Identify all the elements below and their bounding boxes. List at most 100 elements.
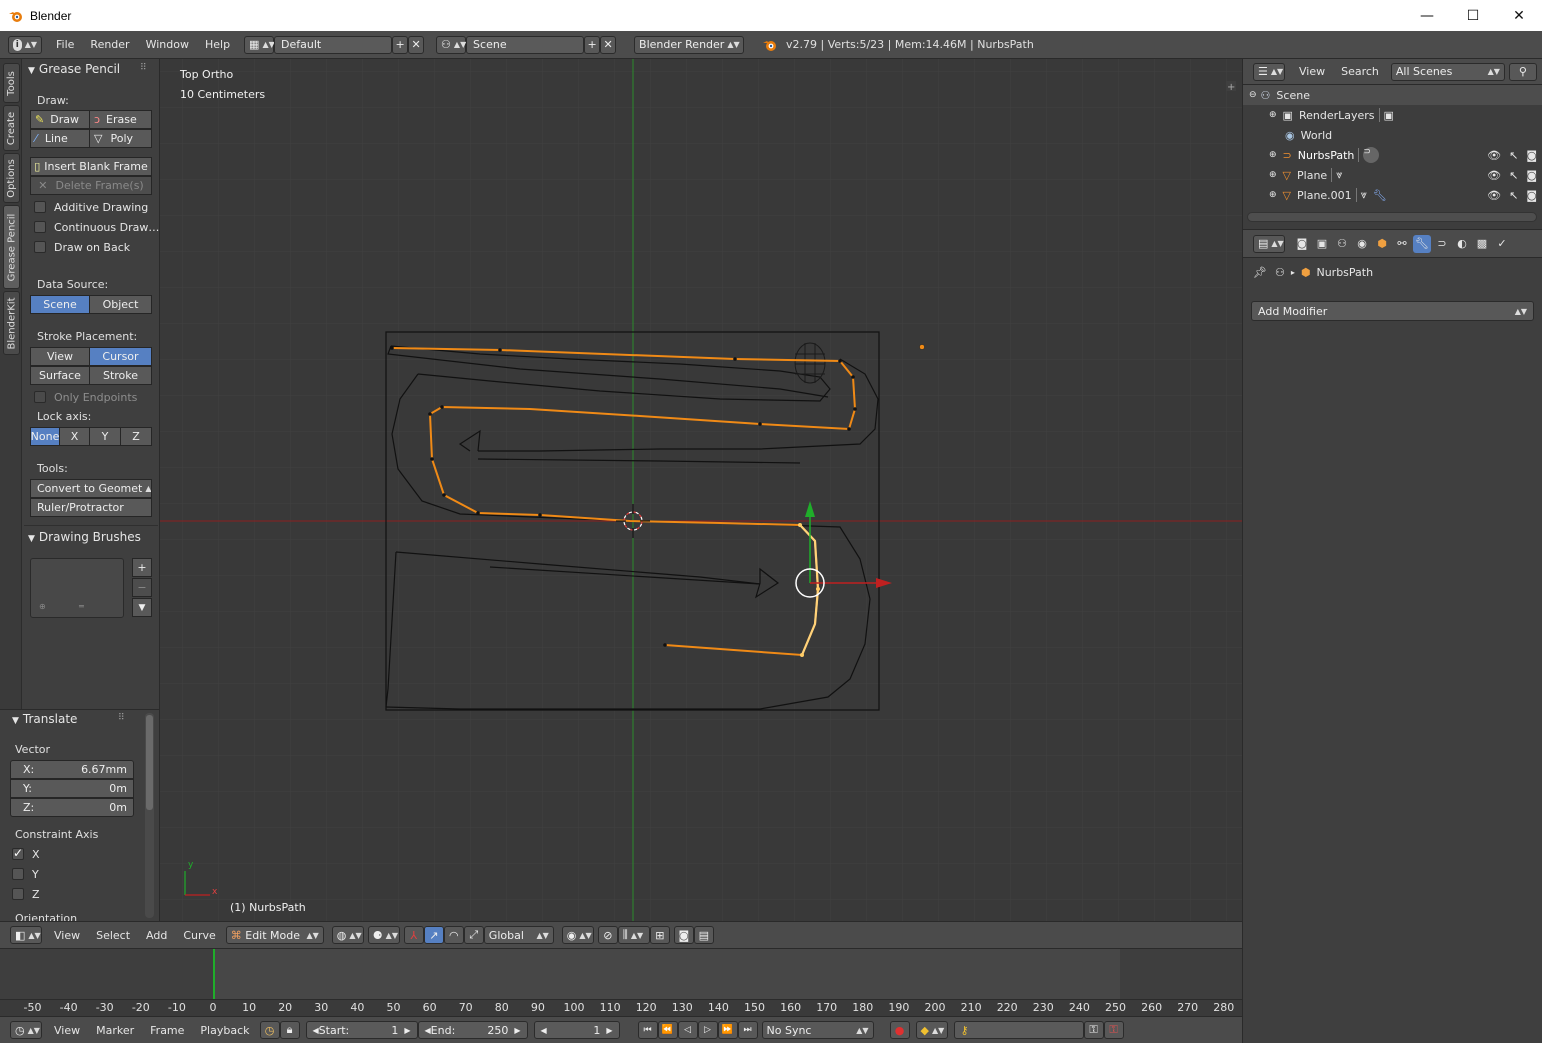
ruler-protractor-button[interactable]: Ruler/Protractor <box>30 498 152 517</box>
render-engine-dropdown[interactable]: Blender Render ▲▼ <box>634 35 745 54</box>
play-reverse-button[interactable]: ◁ <box>677 1021 698 1039</box>
decrement-arrow-icon[interactable]: ◀ <box>541 1026 547 1035</box>
scene-browse[interactable]: ⚇ ▲▼ <box>436 35 466 54</box>
close-button[interactable]: ✕ <box>1496 0 1542 31</box>
selectable-cursor-icon[interactable]: ↖ <box>1509 189 1518 202</box>
outliner-row-plane001[interactable]: ⊕ ▽ Plane.001 ⩔ 🔧︎ 👁︎ ↖ ◙ <box>1243 185 1542 205</box>
next-keyframe-button[interactable]: ⏩ <box>717 1021 738 1039</box>
outliner-menu-view[interactable]: View <box>1291 65 1333 78</box>
object-origin-point[interactable] <box>919 344 925 350</box>
renderable-camera-icon[interactable]: ◙ <box>1526 169 1537 182</box>
gp-draw-button[interactable]: ✎ Draw <box>30 110 90 129</box>
keying-set-field[interactable]: ⚷ <box>953 1021 1084 1039</box>
object-tab[interactable]: ⬢ <box>1373 235 1391 253</box>
vp-menu-add[interactable]: Add <box>138 929 175 942</box>
add-scene-button[interactable]: + <box>584 35 601 54</box>
modifiers-tab[interactable]: 🔧︎ <box>1413 234 1431 253</box>
screen-layout-field[interactable]: Default <box>274 35 393 54</box>
editor-type-timeline-button[interactable]: ◷ ▲▼ <box>10 1021 42 1039</box>
constraint-z-checkbox[interactable]: Z <box>12 886 40 902</box>
only-endpoints-checkbox[interactable]: Only Endpoints <box>34 389 137 405</box>
stroke-placement-cursor-button[interactable]: Cursor <box>89 347 152 366</box>
convert-to-geometry-dropdown[interactable]: Convert to Geomet▲▼ <box>30 479 152 498</box>
editor-type-3d-button[interactable]: ◧ ▲▼ <box>10 926 42 944</box>
frame-ruler[interactable] <box>0 999 1242 1016</box>
outliner-row-renderlayers[interactable]: ⊕ ▣ RenderLayers ▣ <box>1243 105 1542 125</box>
data-source-scene-button[interactable]: Scene <box>30 295 90 314</box>
keying-mode-dropdown[interactable]: ◆ ▲▼ <box>915 1021 948 1039</box>
vector-z-field[interactable]: Z: 0m <box>10 798 134 817</box>
increment-arrow-icon[interactable]: ▶ <box>606 1026 612 1035</box>
tl-menu-frame[interactable]: Frame <box>142 1024 192 1037</box>
end-frame-field[interactable]: ◀ End: 250 ▶ <box>417 1021 528 1039</box>
render-layers-tab[interactable]: ▣ <box>1313 235 1331 253</box>
menu-render[interactable]: Render <box>82 38 137 51</box>
vector-x-field[interactable]: X: 6.67mm <box>10 760 134 779</box>
add-layout-button[interactable]: + <box>392 35 409 54</box>
brush-specials-button[interactable]: ▼ <box>132 598 152 617</box>
continuous-drawing-checkbox[interactable]: Continuous Draw… <box>34 219 159 235</box>
play-button[interactable]: ▷ <box>697 1021 718 1039</box>
opengl-render-button[interactable]: ◙ <box>673 926 694 944</box>
delete-frames-button[interactable]: ✕ Delete Frame(s) <box>30 176 152 195</box>
pin-icon[interactable]: 📌︎ <box>1253 266 1267 279</box>
texture-tab[interactable]: ▩ <box>1473 235 1491 253</box>
outliner-menu-search[interactable]: Search <box>1333 65 1387 78</box>
scrollbar-thumb[interactable] <box>146 715 153 810</box>
render-tab[interactable]: ◙ <box>1293 235 1311 253</box>
collapse-toggle-icon[interactable]: ⊖ <box>1249 90 1257 100</box>
timeline-area[interactable] <box>0 949 1242 999</box>
scale-manipulator-toggle[interactable]: ⤢ <box>463 926 484 944</box>
region-toggle-icon[interactable]: + <box>1226 81 1236 93</box>
renderable-camera-icon[interactable]: ◙ <box>1526 189 1537 202</box>
renderable-camera-icon[interactable]: ◙ <box>1526 149 1537 162</box>
pivot-point-dropdown[interactable]: ⚈ ▲▼ <box>367 926 400 944</box>
vp-menu-select[interactable]: Select <box>88 929 138 942</box>
tl-menu-marker[interactable]: Marker <box>88 1024 142 1037</box>
mode-dropdown[interactable]: ⌘ Edit Mode ▲▼ <box>225 926 324 944</box>
outliner-search-button[interactable]: ⚲ <box>1508 62 1537 81</box>
preview-range-toggle[interactable]: ◷ <box>259 1021 280 1039</box>
constraints-tab[interactable]: ⚯ <box>1393 235 1411 253</box>
constraint-x-checkbox[interactable]: ✓ X <box>12 846 40 862</box>
editor-type-outliner-button[interactable]: ☰ ▲▼ <box>1253 62 1285 81</box>
transform-orientation-dropdown[interactable]: Global ▲▼ <box>483 926 554 944</box>
expand-toggle-icon[interactable]: ⊕ <box>1269 110 1277 120</box>
selectable-cursor-icon[interactable]: ↖ <box>1509 149 1518 162</box>
delete-layout-button[interactable]: ✕ <box>408 35 425 54</box>
drawing-brushes-panel-header[interactable]: ▼ Drawing Brushes <box>28 530 141 544</box>
opengl-animation-button[interactable]: ▤ <box>693 926 714 944</box>
outliner-horizontal-scrollbar[interactable] <box>1247 212 1537 222</box>
maximize-button[interactable]: ☐ <box>1450 0 1496 31</box>
lock-axis-none-button[interactable]: None <box>30 427 60 446</box>
list-grip-icon[interactable]: ═ <box>79 602 84 611</box>
world-tab[interactable]: ◉ <box>1353 235 1371 253</box>
additive-drawing-checkbox[interactable]: Additive Drawing <box>34 199 148 215</box>
data-source-object-button[interactable]: Object <box>89 295 152 314</box>
rotate-manipulator-toggle[interactable]: ◠ <box>443 926 464 944</box>
tab-tools[interactable]: Tools <box>3 63 20 103</box>
outliner-row-scene[interactable]: ⊖ ⚇ Scene <box>1243 85 1542 105</box>
tab-options[interactable]: Options <box>3 153 20 203</box>
snap-toggle[interactable]: ⊘ <box>597 926 618 944</box>
delete-keyframe-button[interactable]: ⚿ <box>1103 1021 1124 1039</box>
lock-axis-z-button[interactable]: Z <box>120 427 152 446</box>
tl-menu-playback[interactable]: Playback <box>192 1024 257 1037</box>
remove-brush-button[interactable]: − <box>132 578 152 597</box>
visibility-eye-icon[interactable]: 👁︎ <box>1487 189 1501 202</box>
material-tab[interactable]: ◐ <box>1453 235 1471 253</box>
menu-help[interactable]: Help <box>197 38 238 51</box>
outliner-row-plane[interactable]: ⊕ ▽ Plane ⩔ 👁︎ ↖ ◙ <box>1243 165 1542 185</box>
resize-handle-icon[interactable]: ⊕ <box>39 602 46 611</box>
tab-blenderkit[interactable]: BlenderKit <box>3 291 20 355</box>
stroke-placement-surface-button[interactable]: Surface <box>30 366 90 385</box>
insert-blank-frame-button[interactable]: ▯ Insert Blank Frame <box>30 157 152 176</box>
scene-field[interactable]: Scene <box>466 35 585 54</box>
expand-toggle-icon[interactable]: ⊕ <box>1269 150 1277 160</box>
editor-type-properties-button[interactable]: ▤ ▲▼ <box>1253 234 1285 253</box>
outliner-row-world[interactable]: ◉ World <box>1243 125 1542 145</box>
grease-pencil-panel-header[interactable]: ▼ Grease Pencil ⠿ <box>28 62 147 76</box>
screen-layout-browse[interactable]: ▦ ▲▼ <box>244 35 275 54</box>
current-frame-line[interactable] <box>213 949 215 999</box>
jump-end-button[interactable]: ⏭ <box>737 1021 758 1039</box>
